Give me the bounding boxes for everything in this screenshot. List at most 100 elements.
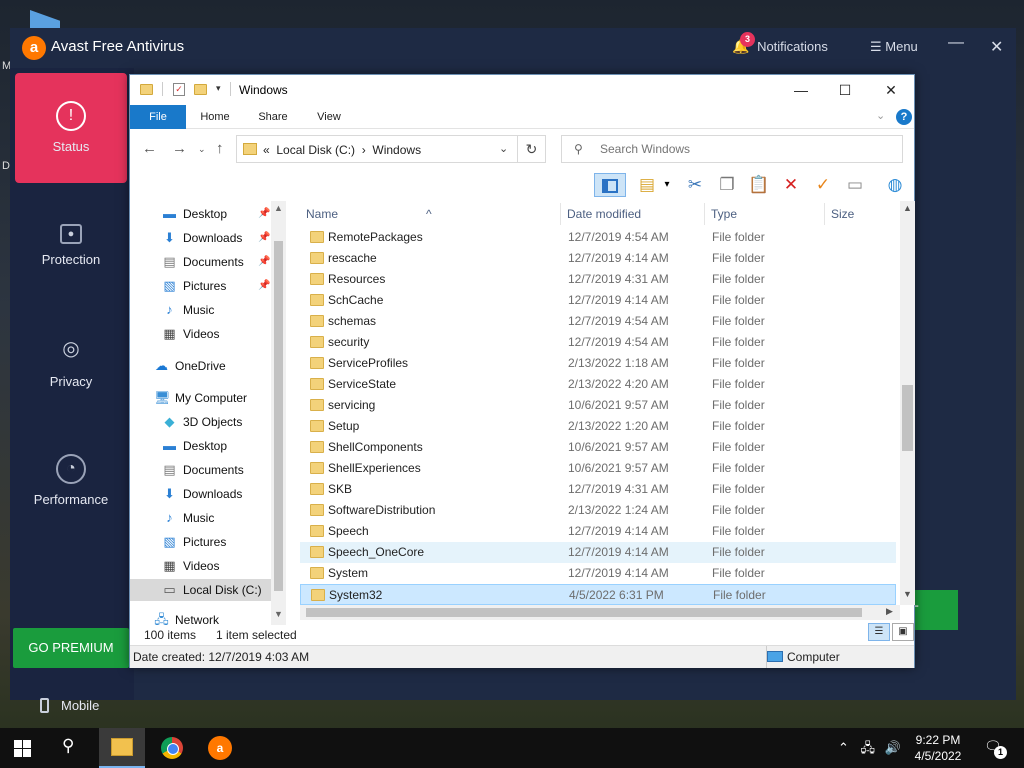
nav-item-status[interactable]: ! Status bbox=[15, 73, 127, 183]
table-row[interactable]: Speech_OneCore 12/7/2019 4:14 AM File fold… bbox=[300, 542, 896, 563]
nav-item-documents[interactable]: ▤ Documents bbox=[162, 459, 243, 481]
properties-icon[interactable]: ✓ bbox=[173, 83, 185, 96]
mobile-button[interactable]: Mobile bbox=[40, 698, 99, 713]
table-row[interactable]: Speech 12/7/2019 4:14 AM File folder bbox=[300, 521, 896, 542]
table-row[interactable]: ShellComponents 10/6/2021 9:57 AM File fol… bbox=[300, 437, 896, 458]
column-date-modified[interactable]: Date modified bbox=[567, 207, 641, 221]
table-row[interactable]: Resources 12/7/2019 4:31 AM File folder bbox=[300, 269, 896, 290]
nav-item-videos[interactable]: ▦ Videos bbox=[162, 555, 219, 577]
details-view-icon[interactable]: ☰ bbox=[868, 623, 890, 641]
scroll-right-icon[interactable]: ▶ bbox=[886, 606, 893, 617]
tab-share[interactable]: Share bbox=[248, 105, 298, 129]
properties-button[interactable]: ▤ bbox=[634, 173, 660, 197]
back-arrow-icon[interactable]: ← bbox=[142, 140, 157, 157]
column-divider[interactable] bbox=[824, 203, 825, 225]
table-row[interactable]: SKB 12/7/2019 4:31 AM File folder bbox=[300, 479, 896, 500]
help-icon[interactable]: ? bbox=[896, 109, 912, 125]
refresh-button[interactable]: ↻ bbox=[518, 135, 546, 163]
volume-icon[interactable]: 🔊 bbox=[885, 740, 901, 755]
table-row[interactable]: rescache 12/7/2019 4:14 AM File folder bbox=[300, 248, 896, 269]
close-button[interactable]: ✕ bbox=[876, 79, 906, 101]
table-row[interactable]: RemotePackages 12/7/2019 4:54 AM File fold… bbox=[300, 227, 896, 248]
table-row[interactable]: ServiceState 2/13/2022 4:20 AM File folder bbox=[300, 374, 896, 395]
nav-item-documents[interactable]: ▤ Documents 📌 bbox=[162, 251, 270, 273]
column-divider[interactable] bbox=[704, 203, 705, 225]
paste-button[interactable]: 📋 bbox=[746, 173, 772, 197]
start-button[interactable] bbox=[14, 740, 31, 757]
network-icon[interactable]: 🖧 bbox=[861, 740, 876, 755]
up-arrow-icon[interactable]: ↑ bbox=[216, 140, 224, 157]
table-row[interactable]: SchCache 12/7/2019 4:14 AM File folder bbox=[300, 290, 896, 311]
nav-item-performance[interactable]: ◔ Performance bbox=[15, 426, 127, 536]
dropdown-icon[interactable]: ▾ bbox=[660, 173, 674, 197]
column-divider[interactable] bbox=[560, 203, 561, 225]
go-premium-button[interactable]: GO PREMIUM bbox=[13, 628, 129, 668]
table-row[interactable]: Setup 2/13/2022 1:20 AM File folder bbox=[300, 416, 896, 437]
breadcrumb-local-disk[interactable]: Local Disk (C:) bbox=[276, 143, 355, 157]
large-icons-view-icon[interactable]: ▣ bbox=[892, 623, 914, 641]
maximize-button[interactable]: ☐ bbox=[830, 79, 860, 101]
rename-button[interactable]: ✓ bbox=[810, 173, 836, 197]
nav-item-pictures[interactable]: ▧ Pictures 📌 bbox=[162, 275, 270, 297]
table-row[interactable]: security 12/7/2019 4:54 AM File folder bbox=[300, 332, 896, 353]
search-icon[interactable]: ⚲ bbox=[62, 736, 74, 756]
search-box[interactable]: ⚲ bbox=[561, 135, 903, 163]
search-input[interactable] bbox=[600, 141, 890, 157]
taskbar-avast[interactable]: a bbox=[197, 728, 243, 768]
nav-item-downloads[interactable]: ⬇ Downloads 📌 bbox=[162, 227, 270, 249]
action-center-button[interactable]: 🗨 1 bbox=[984, 738, 1007, 759]
address-dropdown-icon[interactable]: ⌄ bbox=[499, 142, 508, 155]
nav-item-pictures[interactable]: ▧ Pictures bbox=[162, 531, 226, 553]
column-type[interactable]: Type bbox=[711, 207, 737, 221]
table-row[interactable]: ShellExperiences 10/6/2021 9:57 AM File fo… bbox=[300, 458, 896, 479]
table-row[interactable]: schemas 12/7/2019 4:54 AM File folder bbox=[300, 311, 896, 332]
tab-view[interactable]: View bbox=[306, 105, 352, 129]
column-size[interactable]: Size bbox=[831, 207, 854, 221]
delete-button[interactable]: ✕ bbox=[778, 173, 804, 197]
menu-button[interactable]: ☰ Menu bbox=[870, 39, 918, 55]
nav-item-protection[interactable]: ● Protection bbox=[15, 190, 127, 300]
column-name[interactable]: Name bbox=[306, 207, 338, 221]
tab-home[interactable]: Home bbox=[190, 105, 240, 129]
nav-item-downloads[interactable]: ⬇ Downloads bbox=[162, 483, 242, 505]
scroll-thumb[interactable] bbox=[902, 385, 913, 451]
show-hidden-icons-icon[interactable]: ⌃ bbox=[838, 740, 849, 755]
table-row[interactable]: System 12/7/2019 4:14 AM File folder bbox=[300, 563, 896, 584]
clock[interactable]: 9:22 PM 4/5/2022 bbox=[906, 732, 970, 764]
scroll-up-icon[interactable]: ▲ bbox=[271, 203, 286, 213]
file-list-scrollbar[interactable]: ▲ ▼ bbox=[900, 201, 915, 605]
nav-item-privacy[interactable]: ◎ Privacy bbox=[15, 308, 127, 418]
nav-item-music[interactable]: ♪ Music bbox=[162, 507, 214, 529]
nav-item-desktop[interactable]: ▬ Desktop 📌 bbox=[162, 203, 270, 225]
nav-item-music[interactable]: ♪ Music bbox=[162, 299, 214, 321]
nav-item-videos[interactable]: ▦ Videos bbox=[162, 323, 219, 345]
nav-pane-scrollbar[interactable]: ▲ ▼ bbox=[271, 201, 286, 625]
forward-arrow-icon[interactable]: → bbox=[172, 140, 187, 157]
minimize-button[interactable]: — bbox=[786, 79, 816, 101]
nav-item-3d-objects[interactable]: ◆ 3D Objects bbox=[162, 411, 243, 433]
table-row[interactable]: SoftwareDistribution 2/13/2022 1:24 AM Fil… bbox=[300, 500, 896, 521]
breadcrumb-windows[interactable]: Windows bbox=[372, 143, 421, 157]
preview-pane-button[interactable] bbox=[594, 173, 626, 197]
email-button[interactable]: ▭ bbox=[842, 173, 868, 197]
nav-item-onedrive[interactable]: ☁ OneDrive bbox=[154, 355, 226, 377]
recent-locations-icon[interactable]: ⌄ bbox=[198, 144, 206, 155]
taskbar-chrome[interactable] bbox=[149, 728, 195, 768]
new-folder-icon[interactable] bbox=[194, 84, 207, 95]
table-row[interactable]: System32 4/5/2022 6:31 PM File folder bbox=[300, 584, 896, 605]
notifications-button[interactable]: 🔔 3 Notifications bbox=[732, 32, 828, 55]
taskbar-file-explorer[interactable] bbox=[99, 728, 145, 768]
horizontal-scrollbar[interactable]: ▶ bbox=[300, 605, 900, 620]
table-row[interactable]: ServiceProfiles 2/13/2022 1:18 AM File fol… bbox=[300, 353, 896, 374]
expand-ribbon-icon[interactable]: ⌄ bbox=[876, 109, 885, 122]
nav-item-my-computer[interactable]: 🖥 My Computer bbox=[154, 387, 247, 409]
scroll-thumb[interactable] bbox=[306, 608, 862, 617]
table-row[interactable]: servicing 10/6/2021 9:57 AM File folder bbox=[300, 395, 896, 416]
customize-quick-access-icon[interactable]: ▾ bbox=[216, 83, 221, 94]
nav-item-network[interactable]: 🖧 Network bbox=[154, 609, 219, 625]
scroll-down-icon[interactable]: ▼ bbox=[900, 589, 915, 599]
copy-button[interactable]: ❐ bbox=[714, 173, 740, 197]
scroll-thumb[interactable] bbox=[274, 241, 283, 591]
scroll-down-icon[interactable]: ▼ bbox=[271, 609, 286, 619]
nav-item-desktop[interactable]: ▬ Desktop bbox=[162, 435, 227, 457]
